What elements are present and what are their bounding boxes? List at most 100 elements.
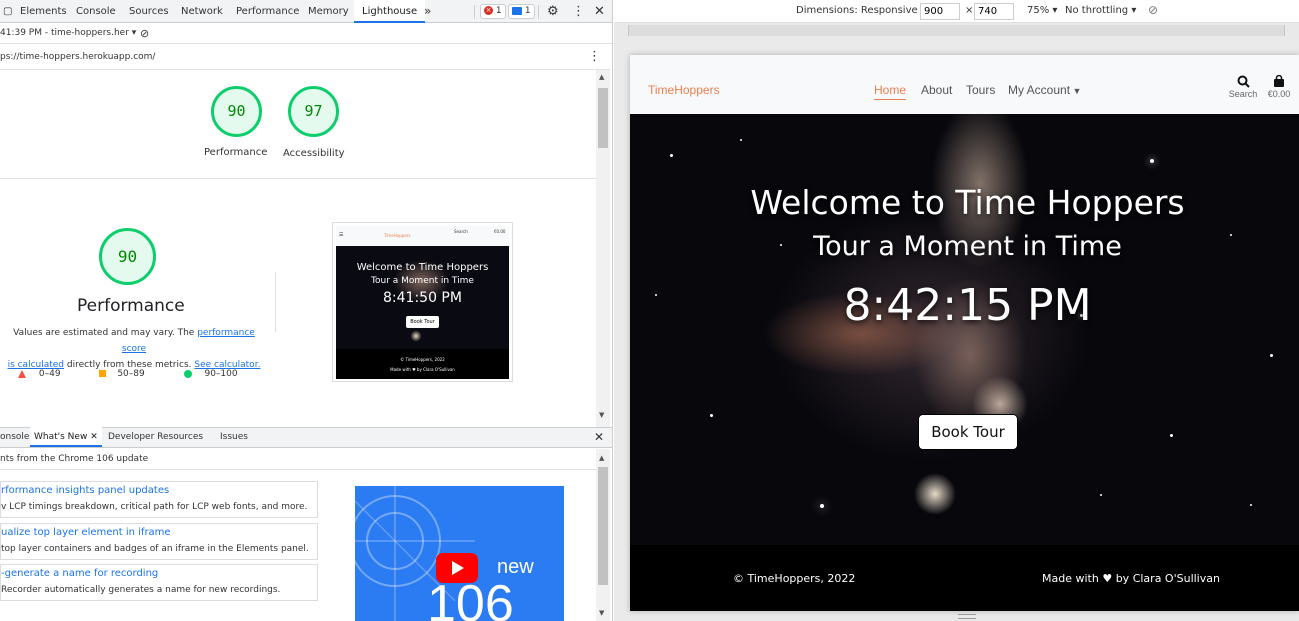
lighthouse-toolbar: 41:39 PM - time-hoppers.her ▾ ⊘ xyxy=(0,23,612,44)
thumb-hamburger-icon: ☰ xyxy=(339,232,344,238)
errors-badge[interactable]: × 1 xyxy=(480,4,506,19)
hero-title: Welcome to Time Hoppers xyxy=(750,183,1185,222)
scroll-down-icon[interactable]: ▼ xyxy=(599,411,604,419)
nav-tours[interactable]: Tours xyxy=(966,83,995,97)
performance-gauge-label: Performance xyxy=(204,147,268,158)
throttling-select[interactable]: No throttling ▾ xyxy=(1065,5,1136,16)
thumb-subtitle: Tour a Moment in Time xyxy=(371,276,474,286)
whats-new-video-thumbnail[interactable]: new 106 xyxy=(355,486,564,621)
search-link[interactable]: Search xyxy=(1228,75,1258,100)
zoom-select[interactable]: 75% ▾ xyxy=(1027,5,1057,16)
footer-credit-suffix: by Clara O'Sullivan xyxy=(1115,572,1220,585)
thumb-hero: Welcome to Time Hoppers Tour a Moment in… xyxy=(336,246,509,349)
whats-new-item[interactable]: ualize top layer element in iframe top l… xyxy=(0,523,318,560)
star xyxy=(1100,494,1102,496)
performance-score-large: 90 xyxy=(117,247,138,266)
thumb-footer: © TimeHoppers, 2022 Made with ♥ by Clara… xyxy=(336,349,509,379)
performance-gauge-small[interactable]: 90 xyxy=(211,86,262,137)
video-version-number: 106 xyxy=(427,575,514,621)
report-scroll-thumb[interactable] xyxy=(598,88,608,148)
message-icon xyxy=(512,6,522,15)
drawer-tab-issues[interactable]: Issues xyxy=(220,426,248,449)
hero-clock: 8:42:15 PM xyxy=(843,280,1092,331)
star xyxy=(1170,434,1173,437)
whats-new-item[interactable]: rformance insights panel updates v LCP t… xyxy=(0,481,318,518)
nav-my-account[interactable]: My Account ▼ xyxy=(1008,83,1081,97)
tab-network[interactable]: Network xyxy=(181,0,223,23)
messages-badge[interactable]: 1 xyxy=(508,4,535,19)
clear-reports-icon[interactable]: ⊘ xyxy=(140,23,149,44)
thumb-title: Welcome to Time Hoppers xyxy=(356,262,489,273)
star xyxy=(710,414,713,417)
tab-lighthouse[interactable]: Lighthouse xyxy=(354,0,426,23)
report-select[interactable]: 41:39 PM - time-hoppers.her ▾ xyxy=(0,23,136,44)
kebab-menu-icon[interactable]: ⋮ xyxy=(572,0,585,23)
more-tabs-button[interactable]: » xyxy=(424,0,431,23)
dimension-times: × xyxy=(965,5,974,16)
drawer-scroll-thumb[interactable] xyxy=(598,467,608,585)
report-url[interactable]: ps://time-hoppers.herokuapp.com/ xyxy=(0,44,155,70)
site-navbar: TimeHoppers Home About Tours My Account … xyxy=(630,55,1299,114)
viewport-height-input[interactable] xyxy=(974,3,1014,20)
devtools-handle[interactable]: ▢ xyxy=(3,0,12,23)
legend-fail: 0–49 xyxy=(38,369,61,379)
nav-about[interactable]: About xyxy=(921,83,952,97)
thumb-time: 8:41:50 PM xyxy=(383,290,462,306)
note-text: Values are estimated and may vary. The xyxy=(13,328,198,338)
shopping-bag-icon xyxy=(1274,75,1284,87)
ruler-bar[interactable] xyxy=(628,25,1285,36)
nav-home[interactable]: Home xyxy=(874,83,907,100)
devtools-panel: ▢ Elements Console Sources Network Perfo… xyxy=(0,0,613,621)
dimensions-select[interactable]: Dimensions: Responsive ▾ xyxy=(796,5,926,16)
zoom-value: 75% xyxy=(1027,5,1050,16)
footer-credit: Made with ♥ by Clara O'Sullivan xyxy=(1042,572,1220,585)
whats-new-item-title[interactable]: rformance insights panel updates xyxy=(1,485,169,496)
drawer-tab-developer-resources[interactable]: Developer Resources xyxy=(108,426,203,449)
drawer-scrollbar[interactable]: ▲ ▼ xyxy=(596,449,610,621)
whats-new-item-title[interactable]: -generate a name for recording xyxy=(1,568,158,579)
thumb-footer-2: Made with ♥ by Clara O'Sullivan xyxy=(390,367,455,372)
close-tab-icon[interactable]: ✕ xyxy=(90,432,98,442)
close-drawer-icon[interactable]: ✕ xyxy=(594,426,604,449)
viewport-width-input[interactable] xyxy=(920,3,960,20)
footer-copyright: © TimeHoppers, 2022 xyxy=(733,572,856,585)
report-url-bar: ps://time-hoppers.herokuapp.com/ ⋮ xyxy=(0,44,610,70)
viewport-resize-handle[interactable] xyxy=(958,614,976,619)
footer-credit-prefix: Made with xyxy=(1042,572,1099,585)
pass-circle-icon xyxy=(183,369,192,378)
scroll-up-icon[interactable]: ▲ xyxy=(599,454,604,462)
close-icon[interactable]: ✕ xyxy=(594,0,605,23)
drawer-tab-console[interactable]: onsole xyxy=(0,426,29,449)
legend-pass: 90–100 xyxy=(204,369,238,379)
site-brand[interactable]: TimeHoppers xyxy=(648,83,720,97)
whats-new-item[interactable]: -generate a name for recording Recorder … xyxy=(0,564,318,601)
book-tour-button[interactable]: Book Tour xyxy=(918,414,1018,450)
tab-console[interactable]: Console xyxy=(76,0,116,23)
emulated-website: TimeHoppers Home About Tours My Account … xyxy=(630,55,1299,611)
accessibility-score-small: 97 xyxy=(304,102,323,120)
accessibility-gauge-small[interactable]: 97 xyxy=(288,86,339,137)
tab-sources[interactable]: Sources xyxy=(129,0,169,23)
tab-elements[interactable]: Elements xyxy=(20,0,67,23)
devtools-tab-bar: ▢ Elements Console Sources Network Perfo… xyxy=(0,0,612,23)
error-icon: × xyxy=(484,6,493,15)
star xyxy=(1270,354,1273,357)
thumb-brand: TimeHoppers xyxy=(384,233,411,238)
report-scrollbar[interactable]: ▲ ▼ xyxy=(596,70,610,427)
separator xyxy=(538,5,539,19)
report-menu-icon[interactable]: ⋮ xyxy=(588,44,601,70)
report-select-value: 41:39 PM - time-hoppers.her xyxy=(0,28,129,38)
scroll-down-icon[interactable]: ▼ xyxy=(599,609,604,617)
final-screenshot-thumbnail[interactable]: ☰ TimeHoppers Search €0.00 Welcome to Ti… xyxy=(332,222,513,382)
rotate-icon[interactable]: ⊘ xyxy=(1148,3,1158,17)
tab-performance[interactable]: Performance xyxy=(236,0,299,23)
star xyxy=(670,154,673,157)
bag-link[interactable]: €0.00 xyxy=(1264,75,1294,100)
dropdown-arrow-icon: ▾ xyxy=(131,28,137,38)
performance-note: Values are estimated and may vary. The p… xyxy=(0,325,268,373)
drawer-tab-whats-new[interactable]: What's New ✕ xyxy=(30,426,102,447)
gear-icon[interactable]: ⚙ xyxy=(547,0,559,23)
scroll-up-icon[interactable]: ▲ xyxy=(599,73,604,81)
tab-memory[interactable]: Memory xyxy=(308,0,349,23)
whats-new-item-title[interactable]: ualize top layer element in iframe xyxy=(1,527,171,538)
